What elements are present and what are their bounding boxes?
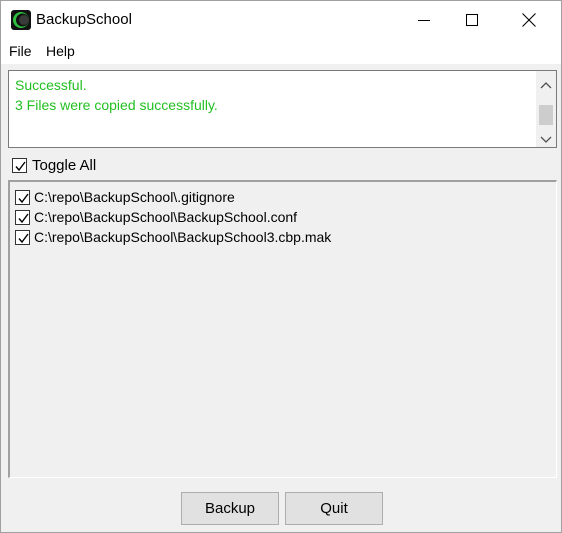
menu-file[interactable]: File	[9, 43, 32, 59]
window-title: BackupSchool	[36, 11, 132, 28]
file-path: C:\repo\BackupSchool\BackupSchool3.cbp.m…	[34, 229, 332, 245]
app-logo-icon	[11, 10, 31, 30]
close-icon	[522, 13, 536, 27]
status-line-result: Successful.	[15, 77, 87, 93]
maximize-icon	[466, 14, 478, 26]
status-text: Successful. 3 Files were copied successf…	[15, 75, 530, 115]
minimize-icon	[418, 14, 430, 26]
list-item[interactable]: C:\repo\BackupSchool\.gitignore	[15, 188, 235, 206]
menu-bar: File Help	[1, 39, 561, 64]
maximize-button[interactable]	[449, 1, 495, 39]
status-line-summary: 3 Files were copied successfully.	[15, 97, 218, 113]
toggle-all-checkbox[interactable]	[12, 157, 27, 173]
file-checkbox[interactable]	[15, 209, 30, 225]
status-scrollbar[interactable]	[536, 71, 556, 147]
backup-button[interactable]: Backup	[181, 492, 279, 525]
toggle-all-label: Toggle All	[32, 156, 97, 174]
quit-button[interactable]: Quit	[285, 492, 383, 525]
title-bar[interactable]: BackupSchool	[1, 1, 561, 39]
list-item[interactable]: C:\repo\BackupSchool\BackupSchool3.cbp.m…	[15, 228, 331, 246]
file-checkbox[interactable]	[15, 229, 30, 245]
file-path: C:\repo\BackupSchool\.gitignore	[34, 189, 235, 205]
menu-help[interactable]: Help	[46, 43, 75, 59]
scroll-thumb[interactable]	[539, 105, 553, 125]
close-button[interactable]	[506, 1, 552, 39]
scroll-up-icon[interactable]	[540, 76, 552, 92]
scroll-down-icon[interactable]	[540, 131, 552, 147]
status-output[interactable]: Successful. 3 Files were copied successf…	[8, 70, 557, 148]
file-path: C:\repo\BackupSchool\BackupSchool.conf	[34, 209, 298, 225]
list-item[interactable]: C:\repo\BackupSchool\BackupSchool.conf	[15, 208, 297, 226]
toggle-all[interactable]: Toggle All	[12, 156, 96, 174]
file-checkbox[interactable]	[15, 189, 30, 205]
file-list[interactable]: C:\repo\BackupSchool\.gitignore C:\repo\…	[8, 180, 557, 478]
minimize-button[interactable]	[401, 1, 447, 39]
backup-window: BackupSchool File Help Successful. 3 Fil…	[0, 0, 562, 533]
